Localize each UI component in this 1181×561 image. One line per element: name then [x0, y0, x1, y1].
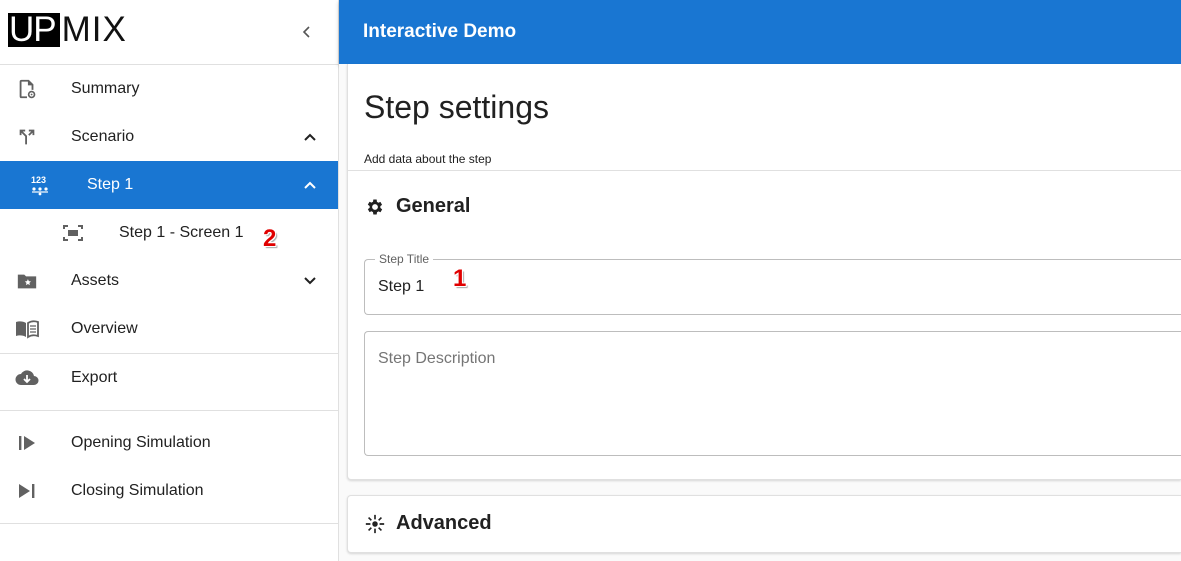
sidebar-item-closing-simulation[interactable]: Closing Simulation	[0, 467, 338, 515]
sidebar-item-assets[interactable]: Assets	[0, 257, 338, 305]
annotation-marker-1: 1	[453, 265, 467, 292]
chevron-up-icon[interactable]	[298, 125, 322, 149]
section-advanced-label: Advanced	[396, 512, 492, 534]
sidebar-item-label: Opening Simulation	[71, 434, 211, 451]
sidebar-item-step-1-screen-1[interactable]: Step 1 - Screen 1	[0, 209, 338, 257]
sidebar-nav: Summary Scenario 123 Step 1 Step 1 - Scr…	[0, 65, 338, 524]
sidebar-item-step-1[interactable]: 123 Step 1	[0, 161, 338, 209]
folder-star-icon	[15, 269, 39, 293]
sidebar-item-label: Summary	[71, 80, 140, 97]
svg-text:123: 123	[31, 175, 46, 185]
sidebar-item-label: Overview	[71, 320, 138, 337]
logo-bar: UP MIX	[0, 0, 338, 65]
sidebar-item-opening-simulation[interactable]: Opening Simulation	[0, 419, 338, 467]
step-settings-card: Step settings Add data about the step Ge…	[347, 64, 1181, 480]
divider	[348, 170, 1181, 171]
app-header: Interactive Demo	[339, 0, 1181, 64]
collapse-sidebar-button[interactable]	[296, 21, 318, 43]
sidebar-item-label: Export	[71, 369, 118, 386]
sidebar-item-export[interactable]: Export	[0, 354, 338, 402]
sidebar-item-summary[interactable]: Summary	[0, 65, 338, 113]
page-subtitle: Add data about the step	[364, 152, 492, 166]
section-advanced-header[interactable]: Advanced	[364, 512, 492, 535]
sidebar-item-overview[interactable]: Overview	[0, 305, 338, 353]
sidebar-item-scenario[interactable]: Scenario	[0, 113, 338, 161]
chevron-down-icon[interactable]	[298, 269, 322, 293]
sparkle-icon	[364, 513, 386, 535]
step-title-value[interactable]: Step 1	[378, 278, 424, 296]
sidebar-item-label: Step 1 - Screen 1	[119, 224, 244, 241]
split-arrows-icon	[15, 125, 39, 149]
main-content: Step settings Add data about the step Ge…	[339, 64, 1181, 561]
advanced-section-card[interactable]: Advanced	[347, 495, 1181, 553]
cloud-download-icon	[15, 366, 39, 390]
annotation-marker-2: 2	[263, 225, 277, 252]
divider	[0, 523, 338, 524]
logo-mix-text: MIX	[61, 10, 127, 49]
sidebar: UP MIX Summary Scenario 123 Step 1 Step …	[0, 0, 339, 561]
section-general-header[interactable]: General	[364, 195, 470, 218]
step-title-field[interactable]: Step Title Step 1 1	[364, 252, 1181, 315]
play-start-icon	[15, 431, 39, 455]
play-end-icon	[15, 479, 39, 503]
upmix-logo: UP MIX	[8, 10, 127, 49]
chevron-up-icon[interactable]	[298, 173, 322, 197]
chevron-left-icon	[302, 26, 310, 38]
sidebar-item-label: Step 1	[87, 176, 134, 193]
section-general-label: General	[396, 195, 471, 217]
logo-up-text: UP	[8, 12, 60, 47]
screen-frame-icon	[61, 221, 85, 245]
sidebar-item-label: Closing Simulation	[71, 482, 204, 499]
header-title: Interactive Demo	[363, 21, 517, 42]
file-settings-icon	[15, 77, 39, 101]
open-book-icon	[15, 317, 39, 341]
sidebar-item-label: Scenario	[71, 128, 135, 145]
step-title-label: Step Title	[375, 252, 434, 266]
step-description-field[interactable]: Step Description	[364, 331, 1181, 456]
numbered-list-icon: 123	[28, 173, 52, 197]
page-title: Step settings	[364, 89, 549, 125]
step-description-placeholder: Step Description	[378, 350, 496, 367]
gear-icon	[364, 196, 386, 218]
sidebar-item-label: Assets	[71, 272, 120, 289]
